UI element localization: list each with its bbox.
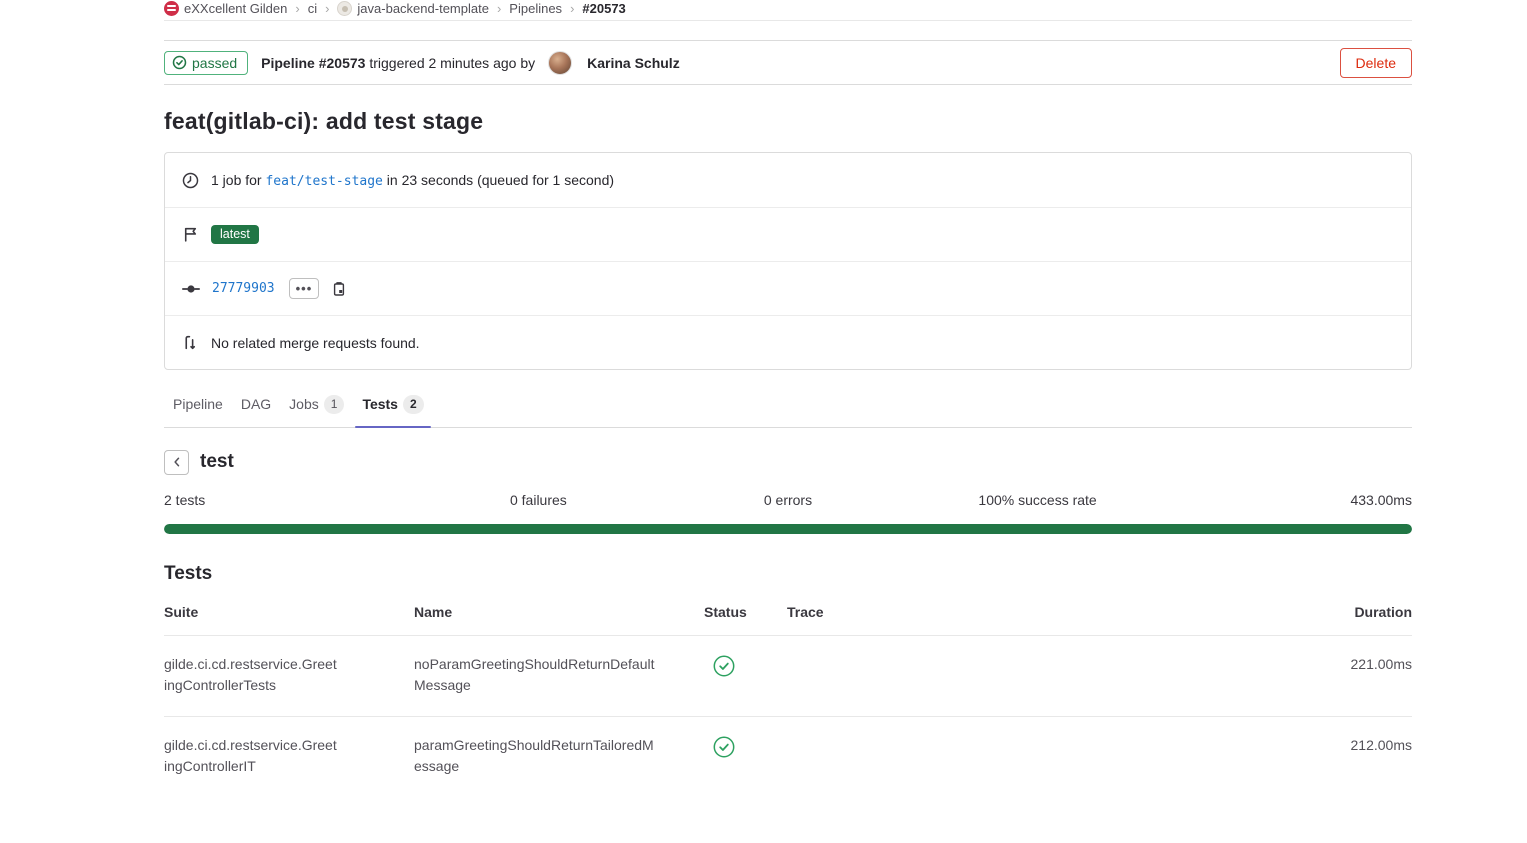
job-summary-row: 1 job for feat/test-stage in 23 seconds … (165, 153, 1411, 207)
back-button[interactable] (164, 450, 189, 475)
tab-dag-label: DAG (241, 396, 271, 412)
breadcrumb-current-pipeline: #20573 (582, 1, 625, 16)
tab-dag[interactable]: DAG (232, 386, 280, 427)
breadcrumb-subgroup-label: ci (308, 1, 317, 16)
tab-tests-label: Tests (362, 396, 398, 412)
merge-request-text: No related merge requests found. (211, 335, 420, 351)
test-suite-cell: gilde.ci.cd.restservice.GreetingControll… (164, 735, 414, 777)
project-avatar-icon (337, 1, 352, 16)
test-duration-cell: 221.00ms (1302, 654, 1412, 675)
merge-request-icon (182, 334, 199, 351)
test-suite-stats: 2 tests 0 failures 0 errors 100% success… (164, 492, 1412, 508)
test-duration-cell: 212.00ms (1302, 735, 1412, 756)
pipeline-id-label: Pipeline #20573 (261, 55, 365, 71)
page-title: feat(gitlab-ci): add test stage (164, 108, 1412, 135)
test-passed-icon (713, 736, 735, 758)
page: eXXcellent Gilden › ci › java-backend-te… (164, 0, 1412, 797)
tests-table-header: Suite Name Status Trace Duration (164, 604, 1412, 636)
column-header-duration: Duration (1302, 604, 1412, 620)
success-progress-bar (164, 524, 1412, 534)
breadcrumb-group-label: eXXcellent Gilden (184, 1, 287, 16)
commit-message-toggle-button[interactable]: ••• (289, 278, 320, 299)
job-summary-text: 1 job for feat/test-stage in 23 seconds … (211, 172, 614, 189)
success-progress-fill (164, 524, 1412, 534)
chevron-left-icon (171, 456, 183, 468)
tests-heading: Tests (164, 563, 1412, 585)
breadcrumb-pipelines-label: Pipelines (509, 1, 562, 16)
breadcrumb-pipelines-link[interactable]: Pipelines (509, 1, 562, 16)
table-row: gilde.ci.cd.restservice.GreetingControll… (164, 636, 1412, 717)
column-header-name: Name (414, 604, 704, 620)
status-badge-label: passed (192, 55, 237, 71)
chevron-separator-icon: › (570, 1, 574, 16)
pipeline-info-card: 1 job for feat/test-stage in 23 seconds … (164, 152, 1412, 370)
author-avatar[interactable] (548, 51, 572, 75)
check-circle-icon (172, 55, 187, 70)
column-header-suite: Suite (164, 604, 414, 620)
tab-jobs[interactable]: Jobs 1 (280, 386, 353, 427)
clock-icon (182, 172, 199, 189)
job-count-text: 1 job for (211, 172, 262, 188)
merge-request-row: No related merge requests found. (165, 315, 1411, 369)
tests-count-badge: 2 (403, 395, 424, 414)
stat-success-rate: 100% success rate (913, 492, 1163, 508)
author-name-link[interactable]: Karina Schulz (587, 55, 680, 71)
branch-link[interactable]: feat/test-stage (265, 174, 382, 189)
chevron-separator-icon: › (325, 1, 329, 16)
breadcrumb-project-label: java-backend-template (357, 1, 489, 16)
copy-icon (331, 281, 347, 297)
breadcrumb-project-link[interactable]: java-backend-template (337, 1, 489, 16)
jobs-count-badge: 1 (324, 395, 345, 414)
stat-errors: 0 errors (663, 492, 913, 508)
group-avatar-icon (164, 1, 179, 16)
test-suite-header: test (164, 450, 1412, 475)
tab-pipeline[interactable]: Pipeline (164, 386, 232, 427)
copy-commit-sha-button[interactable] (331, 281, 347, 297)
test-suite-cell: gilde.ci.cd.restservice.GreetingControll… (164, 654, 414, 696)
column-header-status: Status (704, 604, 787, 620)
delete-button[interactable]: Delete (1340, 48, 1412, 78)
latest-badge: latest (211, 225, 259, 244)
flag-icon (182, 226, 199, 243)
pipeline-triggered-text: triggered 2 minutes ago by (369, 55, 535, 71)
pipeline-status-badge: passed (164, 51, 248, 75)
breadcrumb-subgroup-link[interactable]: ci (308, 1, 317, 16)
breadcrumb-group-link[interactable]: eXXcellent Gilden (164, 1, 287, 16)
commit-sha-link[interactable]: 27779903 (212, 281, 275, 296)
commit-icon (182, 280, 200, 298)
pipeline-header-text: Pipeline #20573 triggered 2 minutes ago … (261, 55, 535, 71)
stat-tests: 2 tests (164, 492, 414, 508)
test-passed-icon (713, 655, 735, 677)
chevron-separator-icon: › (295, 1, 299, 16)
chevron-separator-icon: › (497, 1, 501, 16)
tab-tests[interactable]: Tests 2 (353, 386, 432, 427)
column-header-trace: Trace (787, 604, 1302, 620)
breadcrumb: eXXcellent Gilden › ci › java-backend-te… (164, 0, 1412, 21)
commit-row: 27779903 ••• (165, 261, 1411, 315)
test-status-cell (704, 735, 787, 764)
pipeline-header-bar: passed Pipeline #20573 triggered 2 minut… (164, 40, 1412, 85)
job-duration-text: in 23 seconds (queued for 1 second) (387, 172, 614, 188)
tab-pipeline-label: Pipeline (173, 396, 223, 412)
stat-failures: 0 failures (414, 492, 664, 508)
test-name-cell: paramGreetingShouldReturnTailoredMessage (414, 735, 704, 777)
test-suite-title: test (200, 451, 234, 473)
latest-row: latest (165, 207, 1411, 261)
test-status-cell (704, 654, 787, 683)
tests-table: Suite Name Status Trace Duration gilde.c… (164, 604, 1412, 797)
table-row: gilde.ci.cd.restservice.GreetingControll… (164, 717, 1412, 797)
stat-duration: 433.00ms (1162, 492, 1412, 508)
pipeline-tabs: Pipeline DAG Jobs 1 Tests 2 (164, 386, 1412, 428)
test-name-cell: noParamGreetingShouldReturnDefaultMessag… (414, 654, 704, 696)
tab-jobs-label: Jobs (289, 396, 319, 412)
